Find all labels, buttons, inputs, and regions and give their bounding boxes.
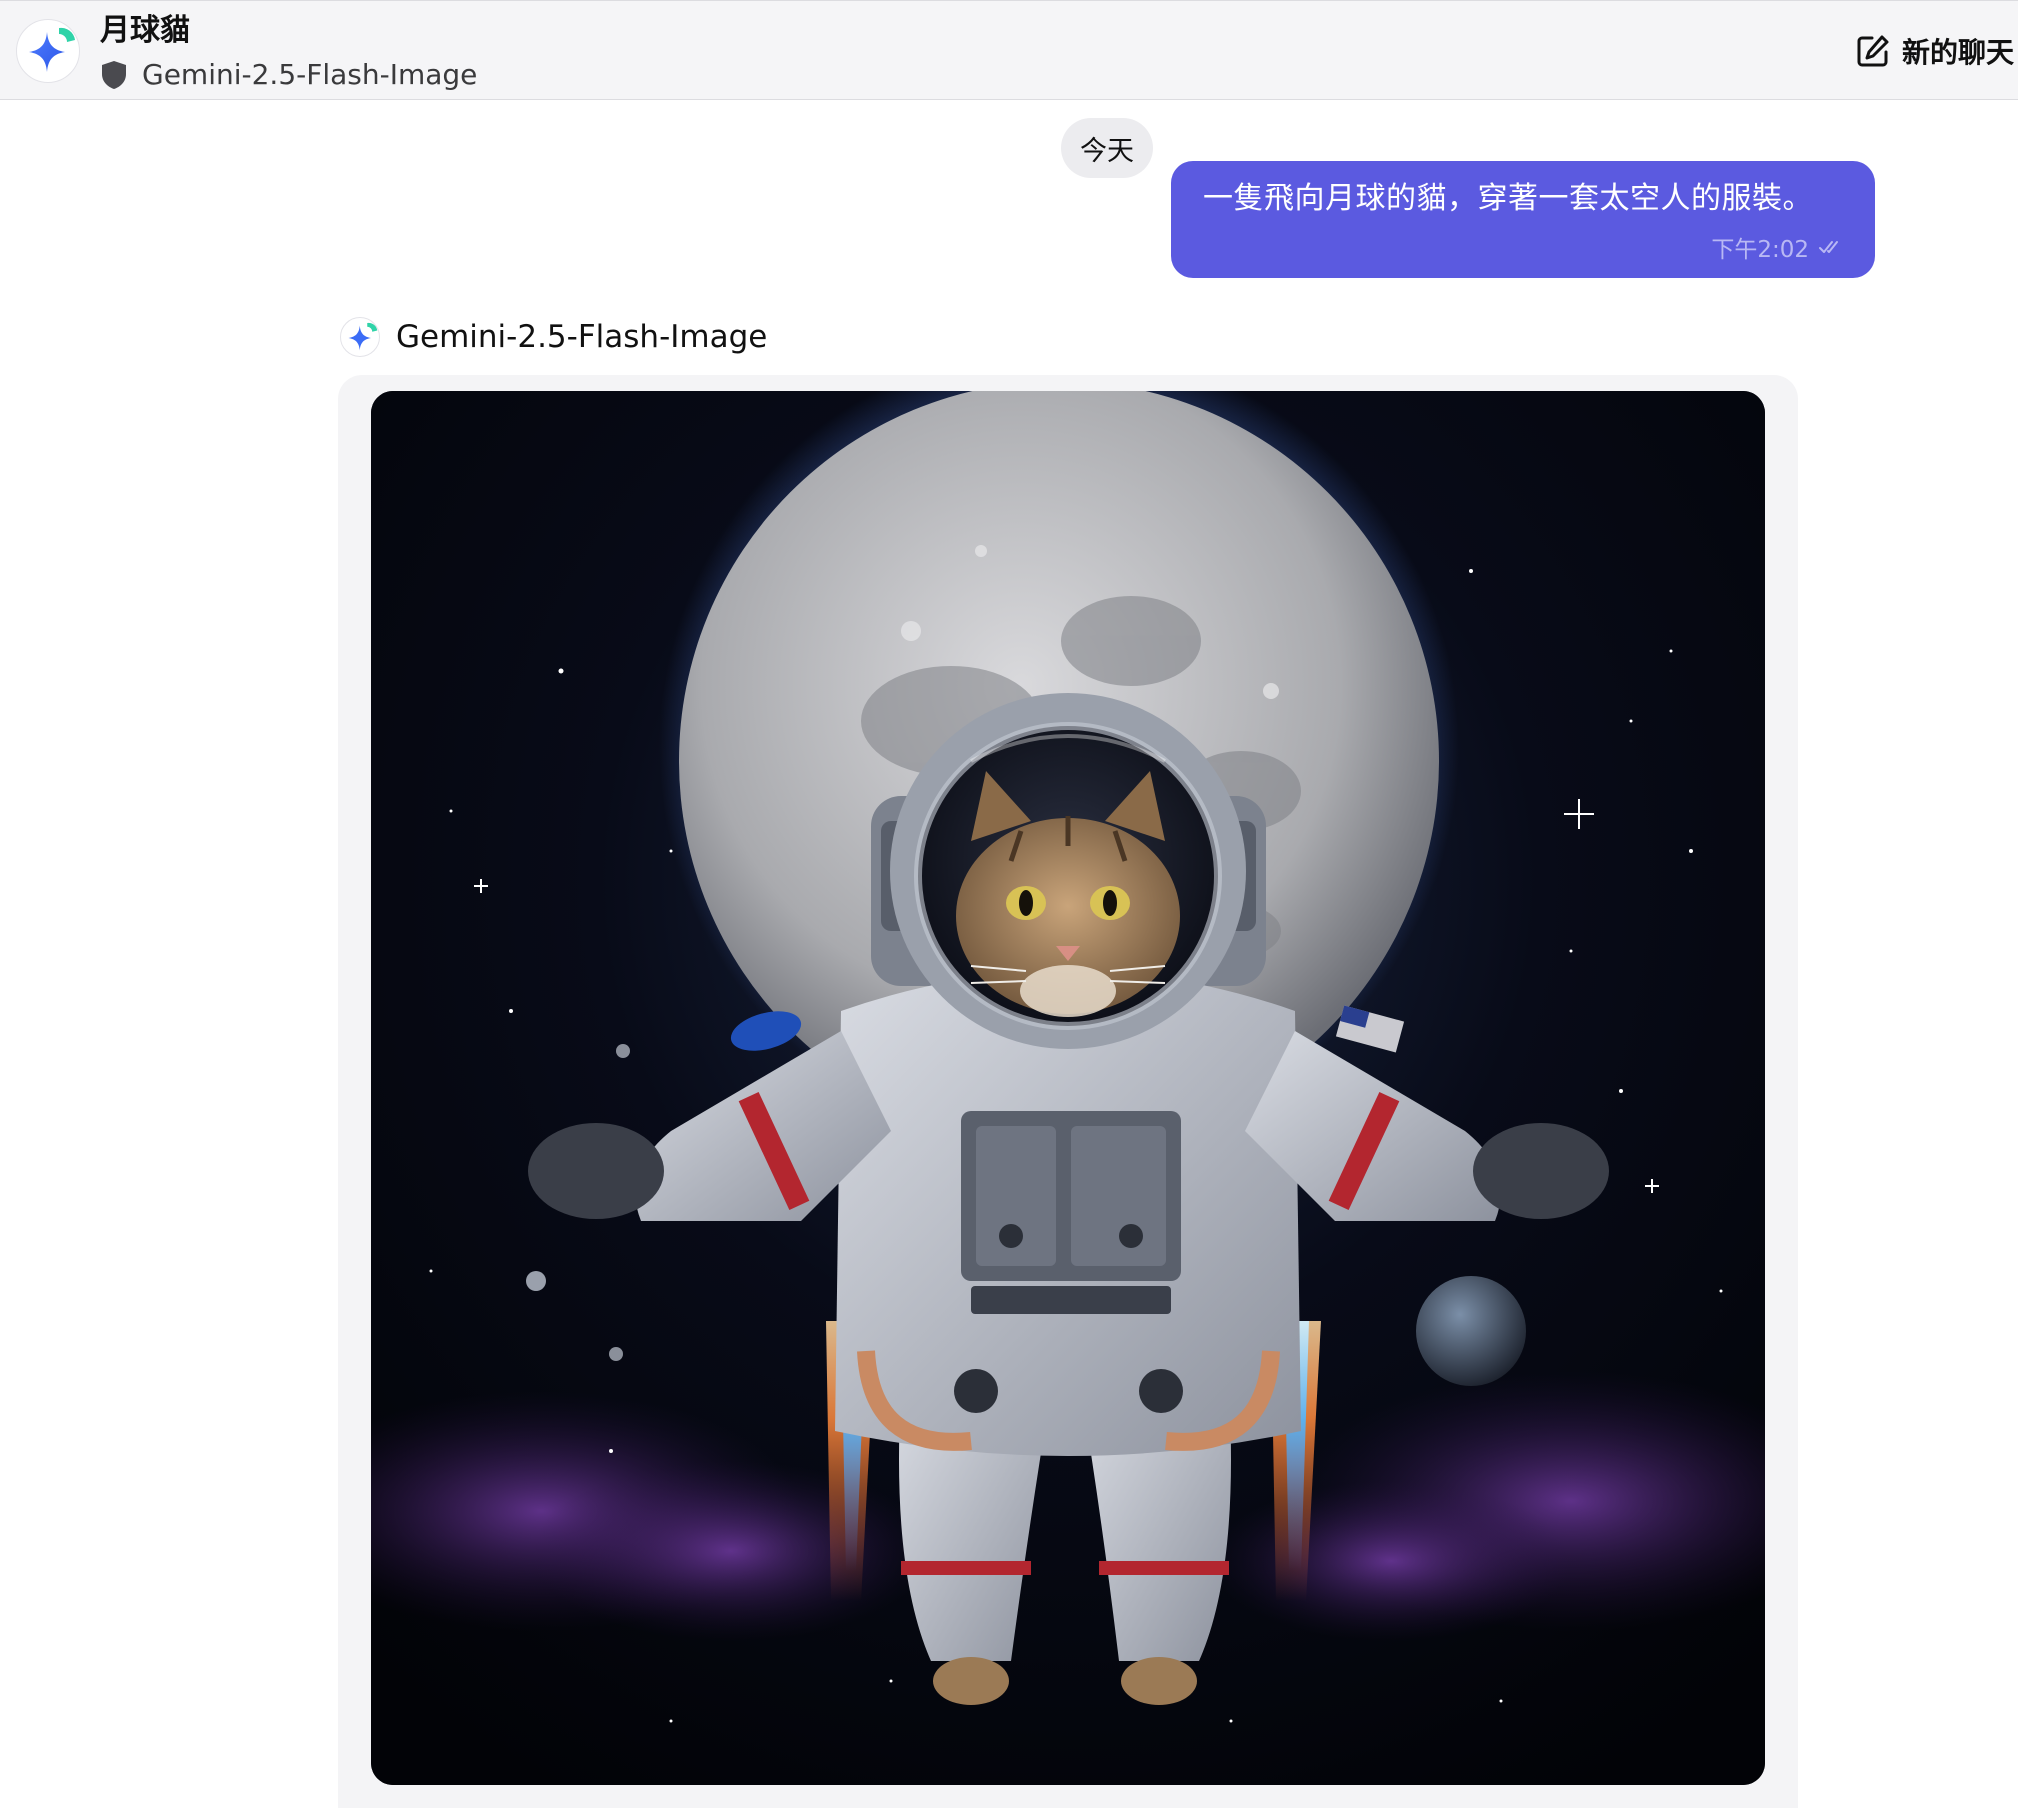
bot-reply-avatar[interactable] (340, 317, 380, 357)
message-time: 下午2:02 (1711, 237, 1809, 263)
new-chat-label: 新的聊天 (1901, 36, 2014, 69)
shield-icon (102, 61, 126, 89)
generated-image-cat-astronaut (371, 391, 1765, 1785)
date-divider: 今天 (1061, 118, 1153, 178)
bot-avatar[interactable] (16, 19, 80, 83)
bot-subtitle: Gemini-2.5-Flash-Image (100, 57, 477, 93)
user-message-bubble[interactable]: 一隻飛向月球的貓，穿著一套太空人的服裝。 下午2:02 (1171, 161, 1875, 278)
chat-header: 月球貓 Gemini-2.5-Flash-Image 新的聊天 (0, 0, 2018, 100)
compose-icon (1857, 35, 1889, 67)
double-check-icon (1819, 241, 1838, 253)
message-meta: 下午2:02 (1711, 232, 1843, 263)
bot-reply-model-name: Gemini-2.5-Flash-Image (396, 319, 768, 355)
bot-name: 月球貓 (100, 13, 190, 48)
gemini-sparkle-icon (348, 322, 378, 351)
new-chat-button[interactable]: 新的聊天 (1856, 31, 2014, 71)
user-message-text: 一隻飛向月球的貓，穿著一套太空人的服裝。 (1203, 181, 1813, 216)
bot-model-label: Gemini-2.5-Flash-Image (142, 58, 478, 91)
bot-reply-header: Gemini-2.5-Flash-Image (340, 316, 767, 358)
gemini-sparkle-icon (29, 27, 75, 72)
bot-reply-card (338, 375, 1798, 1808)
generated-image[interactable] (371, 391, 1765, 1785)
